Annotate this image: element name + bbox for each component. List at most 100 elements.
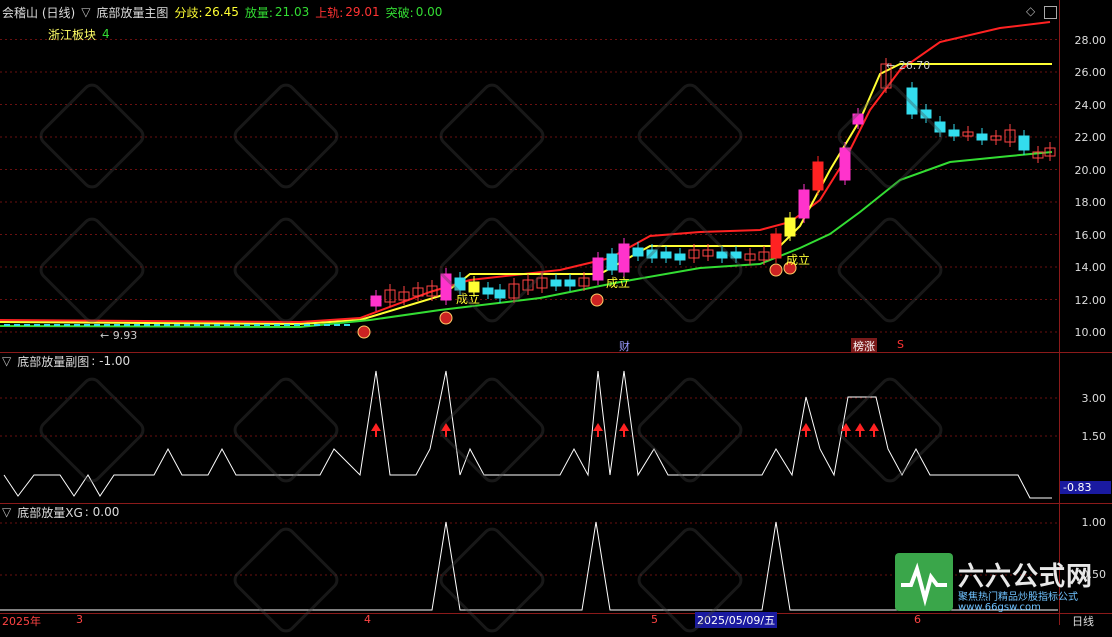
window-toggle-icon[interactable] bbox=[1044, 6, 1057, 19]
sub1-value: : -1.00 bbox=[91, 354, 131, 368]
date-m5: 5 bbox=[651, 613, 658, 626]
candle bbox=[214, 324, 220, 326]
price-tick: 12.00 bbox=[1074, 294, 1107, 307]
candle bbox=[264, 324, 270, 326]
candle bbox=[294, 324, 300, 326]
candle bbox=[564, 279, 576, 287]
diamond-icon[interactable]: ◇ bbox=[1026, 4, 1035, 18]
candle bbox=[550, 279, 562, 287]
price-tick: 10.00 bbox=[1074, 326, 1107, 339]
candle bbox=[104, 324, 110, 326]
candle bbox=[184, 324, 190, 326]
candle bbox=[174, 324, 180, 326]
period-label[interactable]: 日线 bbox=[1072, 613, 1094, 629]
signal-coin-icon bbox=[357, 325, 371, 339]
candle bbox=[839, 147, 851, 181]
signal-coin-icon bbox=[439, 311, 453, 325]
indicator-name[interactable]: 底部放量主图 bbox=[96, 4, 168, 21]
date-m6: 6 bbox=[914, 613, 921, 626]
low-price-label: ← 9.93 bbox=[100, 329, 138, 342]
chevron-down-icon[interactable]: ▽ bbox=[2, 505, 11, 519]
high-price-label: ← 26.70 bbox=[886, 59, 931, 72]
candle bbox=[370, 295, 382, 307]
sub2-tick: 1.00 bbox=[1081, 516, 1107, 529]
candle bbox=[798, 189, 810, 219]
candle bbox=[334, 324, 340, 326]
candle bbox=[154, 324, 160, 326]
candle bbox=[134, 324, 140, 326]
price-tick: 20.00 bbox=[1074, 164, 1107, 177]
tupo-value: 0.00 bbox=[415, 5, 443, 19]
candle bbox=[770, 233, 782, 259]
sub1-chart-svg[interactable] bbox=[0, 353, 1112, 503]
pulse-icon bbox=[901, 562, 947, 607]
price-tick: 18.00 bbox=[1074, 196, 1107, 209]
signal-label-2: 成立 bbox=[606, 276, 631, 290]
sector-label[interactable]: 浙江板块 bbox=[48, 26, 96, 43]
sector-value: 4 bbox=[102, 27, 110, 41]
main-chart-panel: 会稽山 (日线) ▽ 底部放量主图 分歧: 26.45 放量: 21.03 上轨: 2… bbox=[0, 0, 1112, 354]
candle bbox=[304, 324, 310, 326]
shanggui-label: 上轨: bbox=[315, 5, 344, 20]
candle bbox=[84, 324, 90, 326]
candle bbox=[164, 324, 170, 326]
price-tick: 16.00 bbox=[1074, 229, 1107, 242]
candle bbox=[254, 324, 260, 326]
stock-name[interactable]: 会稽山 (日线) bbox=[2, 4, 75, 21]
chevron-down-icon[interactable]: ▽ bbox=[81, 5, 90, 19]
candle bbox=[284, 324, 290, 326]
sub1-title[interactable]: 底部放量副图 bbox=[17, 353, 89, 370]
price-tick: 22.00 bbox=[1074, 131, 1107, 144]
candle bbox=[24, 324, 30, 326]
candle bbox=[124, 324, 130, 326]
fenqi-value: 26.45 bbox=[204, 5, 239, 19]
axis-divider bbox=[1059, 0, 1060, 625]
candle bbox=[224, 324, 230, 326]
candle bbox=[592, 257, 604, 281]
sub2-value: : 0.00 bbox=[84, 505, 120, 519]
sub1-tick: 3.00 bbox=[1081, 392, 1107, 405]
candle bbox=[244, 324, 250, 326]
shanggui-value: 29.01 bbox=[345, 5, 380, 19]
signal-coin-icon bbox=[769, 263, 783, 277]
candle bbox=[606, 253, 618, 271]
divider bbox=[0, 352, 1112, 353]
candle bbox=[344, 324, 350, 326]
date-year: 2025年 bbox=[2, 615, 41, 628]
candle bbox=[324, 324, 330, 326]
badge-s[interactable]: S bbox=[895, 338, 906, 351]
tupo-label: 突破: bbox=[385, 5, 414, 20]
candle bbox=[94, 324, 100, 326]
logo-subtitle: 聚焦热门精品炒股指标公式 bbox=[958, 592, 1078, 603]
candle bbox=[976, 133, 988, 141]
fangliang-value: 21.03 bbox=[274, 5, 310, 19]
signal-label-3: 成立 bbox=[786, 253, 811, 267]
sub1-tick: 1.50 bbox=[1081, 430, 1107, 443]
candle bbox=[54, 324, 60, 326]
candle bbox=[144, 324, 150, 326]
candle bbox=[4, 324, 10, 326]
price-tick: 14.00 bbox=[1074, 261, 1107, 274]
sub1-current-value: -0.83 bbox=[1060, 481, 1111, 494]
candle bbox=[314, 324, 320, 326]
candle bbox=[194, 324, 200, 326]
price-tick: 28.00 bbox=[1074, 34, 1107, 47]
candle bbox=[784, 217, 796, 237]
fenqi-label: 分歧: bbox=[174, 5, 203, 20]
price-tick: 26.00 bbox=[1074, 66, 1107, 79]
fangliang-label: 放量: bbox=[244, 5, 273, 20]
candle bbox=[14, 324, 20, 326]
candle bbox=[632, 247, 644, 257]
candle bbox=[74, 324, 80, 326]
candle bbox=[618, 243, 630, 273]
candle bbox=[44, 324, 50, 326]
divider bbox=[0, 503, 1112, 504]
candle bbox=[64, 324, 70, 326]
main-chart-svg[interactable] bbox=[0, 0, 1112, 352]
candle bbox=[812, 161, 824, 191]
logo-url: www.66gsw.com bbox=[958, 602, 1041, 613]
candle bbox=[274, 324, 280, 326]
sub2-title[interactable]: 底部放量XG bbox=[17, 504, 83, 521]
chevron-down-icon[interactable]: ▽ bbox=[2, 354, 11, 368]
signal-coin-icon bbox=[590, 293, 604, 307]
